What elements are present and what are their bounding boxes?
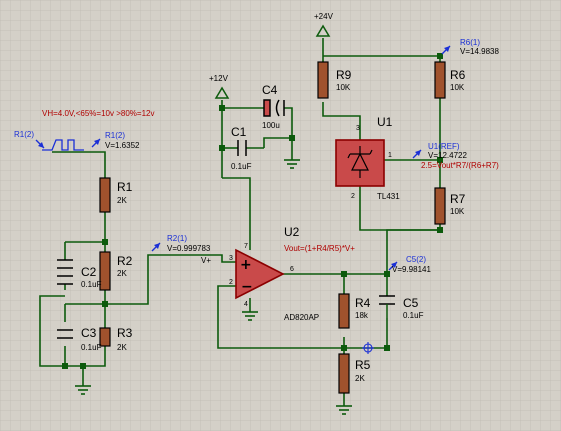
power-12v-label: +12V (209, 74, 229, 83)
probe-c5-2-value: V=9.98141 (392, 265, 431, 274)
probe-r6-1-name: R6(1) (460, 38, 480, 47)
schematic-canvas: R1 2K R2 2K R3 2K R4 18k R5 2K R6 10K R7… (0, 0, 561, 431)
probe-r1-2-value: V=1.6352 (105, 141, 140, 150)
v-plus-label: V+ (201, 256, 211, 265)
r1-label: R1 (117, 180, 133, 194)
r2-label: R2 (117, 254, 133, 268)
probe-r6-1-value: V=14.9838 (460, 47, 499, 56)
u2-pin-2: 2 (229, 279, 233, 286)
r4-label: R4 (355, 296, 371, 310)
probe-r2-1-value: V=0.999783 (167, 244, 211, 253)
r6-value: 10K (450, 83, 465, 92)
minus-symbol: − (241, 279, 253, 295)
probe-r2-1-name: R2(1) (167, 234, 187, 243)
r9-value: 10K (336, 83, 351, 92)
power-24v-label: +24V (314, 12, 334, 21)
u2-part: AD820AP (284, 313, 319, 322)
probe-c5-2-name: C5(2) (406, 255, 426, 264)
r9-label: R9 (336, 68, 352, 82)
r7-value: 10K (450, 207, 465, 216)
c1-value: 0.1uF (231, 162, 252, 171)
r3-label: R3 (117, 326, 133, 340)
u2-label: U2 (284, 225, 300, 239)
u1-pin-3: 3 (356, 125, 360, 132)
r5-value: 2K (355, 374, 365, 383)
c4-label: C4 (262, 83, 278, 97)
u2-pin-3: 3 (229, 255, 233, 262)
u1-pin-2: 2 (351, 193, 355, 200)
c2-value: 0.1uF (81, 280, 102, 289)
c2-label: C2 (81, 265, 97, 279)
c5-label: C5 (403, 296, 419, 310)
u1-label: U1 (377, 115, 393, 129)
annotation-u1-formula: 2.5=Vout*R7/(R6+R7) (421, 161, 499, 170)
u2-pin-6: 6 (290, 266, 294, 273)
c1-label: C1 (231, 125, 247, 139)
r5-label: R5 (355, 358, 371, 372)
probe-u1-ref-value: V=12.4722 (428, 151, 467, 160)
c3-value: 0.1uF (81, 343, 102, 352)
annotation-vh-note: VH=4.0V,<65%=10v >80%=12v (42, 109, 154, 118)
r3-value: 2K (117, 343, 127, 352)
r7-label: R7 (450, 192, 466, 206)
c4-value: 100u (262, 121, 280, 130)
probe-r1-2-left-name: R1(2) (14, 130, 34, 139)
u1-part: TL431 (377, 192, 400, 201)
c5-value: 0.1uF (403, 311, 424, 320)
r2-value: 2K (117, 269, 127, 278)
probe-r1-2-name: R1(2) (105, 131, 125, 140)
r4-value: 18k (355, 311, 369, 320)
r1-value: 2K (117, 196, 127, 205)
r6-label: R6 (450, 68, 466, 82)
c3-label: C3 (81, 326, 97, 340)
u2-pin-7: 7 (244, 243, 248, 250)
plus-symbol: + (240, 257, 252, 273)
annotation-u2-formula: Vout=(1+R4/R5)*V+ (284, 244, 355, 253)
u1-pin-1: 1 (388, 152, 392, 159)
u2-pin-4: 4 (244, 301, 248, 308)
probe-u1-ref-name: U1(REF) (428, 142, 460, 151)
